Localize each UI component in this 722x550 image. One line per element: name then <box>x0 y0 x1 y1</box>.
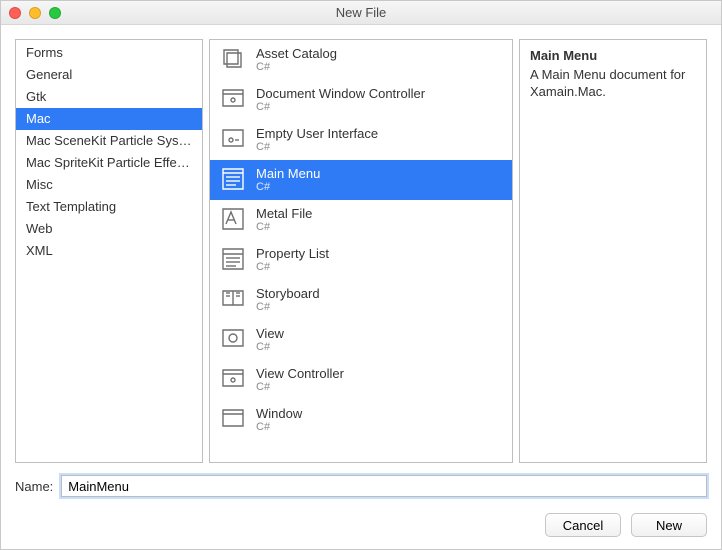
details-panel: Main Menu A Main Menu document for Xamai… <box>519 39 707 463</box>
template-subtitle: C# <box>256 341 284 354</box>
template-list[interactable]: Asset CatalogC#Document Window Controlle… <box>209 39 513 463</box>
template-subtitle: C# <box>256 381 344 394</box>
dialog-footer: Cancel New <box>15 509 707 537</box>
details-description: A Main Menu document for Xamain.Mac. <box>530 67 696 101</box>
view-icon <box>220 326 246 355</box>
window-controls <box>9 7 61 19</box>
template-item[interactable]: Asset CatalogC# <box>210 40 512 80</box>
new-button[interactable]: New <box>631 513 707 537</box>
details-title: Main Menu <box>530 48 696 63</box>
main-menu-icon <box>220 166 246 195</box>
empty-ui-icon <box>220 126 246 155</box>
template-title: Empty User Interface <box>256 126 378 142</box>
category-item[interactable]: Text Templating <box>16 196 202 218</box>
template-title: Window <box>256 406 302 422</box>
template-title: Main Menu <box>256 166 320 182</box>
view-controller-icon <box>220 366 246 395</box>
panels: FormsGeneralGtkMacMac SceneKit Particle … <box>15 39 707 463</box>
titlebar: New File <box>1 1 721 25</box>
category-item[interactable]: Forms <box>16 42 202 64</box>
category-item[interactable]: Mac SpriteKit Particle Effects <box>16 152 202 174</box>
template-title: Asset Catalog <box>256 46 337 62</box>
metal-file-icon <box>220 206 246 235</box>
template-title: Storyboard <box>256 286 320 302</box>
template-subtitle: C# <box>256 141 378 154</box>
new-file-dialog: New File FormsGeneralGtkMacMac SceneKit … <box>0 0 722 550</box>
template-title: Property List <box>256 246 329 262</box>
asset-catalog-icon <box>220 46 246 75</box>
template-item[interactable]: Property ListC# <box>210 240 512 280</box>
category-item[interactable]: General <box>16 64 202 86</box>
name-label: Name: <box>15 479 53 494</box>
category-item[interactable]: Gtk <box>16 86 202 108</box>
name-input[interactable] <box>61 475 707 497</box>
template-title: View Controller <box>256 366 344 382</box>
template-subtitle: C# <box>256 421 302 434</box>
template-title: Document Window Controller <box>256 86 425 102</box>
template-item[interactable]: Empty User InterfaceC# <box>210 120 512 160</box>
category-item[interactable]: Mac <box>16 108 202 130</box>
template-subtitle: C# <box>256 101 425 114</box>
window-controller-icon <box>220 86 246 115</box>
category-item[interactable]: XML <box>16 240 202 262</box>
dialog-body: FormsGeneralGtkMacMac SceneKit Particle … <box>1 25 721 549</box>
category-item[interactable]: Misc <box>16 174 202 196</box>
template-item[interactable]: Metal FileC# <box>210 200 512 240</box>
template-title: Metal File <box>256 206 312 222</box>
category-list[interactable]: FormsGeneralGtkMacMac SceneKit Particle … <box>15 39 203 463</box>
zoom-icon[interactable] <box>49 7 61 19</box>
category-item[interactable]: Mac SceneKit Particle Systems <box>16 130 202 152</box>
window-title: New File <box>1 5 721 20</box>
storyboard-icon <box>220 286 246 315</box>
close-icon[interactable] <box>9 7 21 19</box>
template-item[interactable]: StoryboardC# <box>210 280 512 320</box>
template-item[interactable]: Document Window ControllerC# <box>210 80 512 120</box>
template-subtitle: C# <box>256 261 329 274</box>
template-item[interactable]: ViewC# <box>210 320 512 360</box>
template-subtitle: C# <box>256 301 320 314</box>
name-row: Name: <box>15 475 707 497</box>
template-item[interactable]: WindowC# <box>210 400 512 440</box>
property-list-icon <box>220 246 246 275</box>
template-item[interactable]: Main MenuC# <box>210 160 512 200</box>
minimize-icon[interactable] <box>29 7 41 19</box>
template-item[interactable]: View ControllerC# <box>210 360 512 400</box>
cancel-button[interactable]: Cancel <box>545 513 621 537</box>
template-subtitle: C# <box>256 181 320 194</box>
template-subtitle: C# <box>256 61 337 74</box>
template-title: View <box>256 326 284 342</box>
template-subtitle: C# <box>256 221 312 234</box>
window-icon <box>220 406 246 435</box>
category-item[interactable]: Web <box>16 218 202 240</box>
